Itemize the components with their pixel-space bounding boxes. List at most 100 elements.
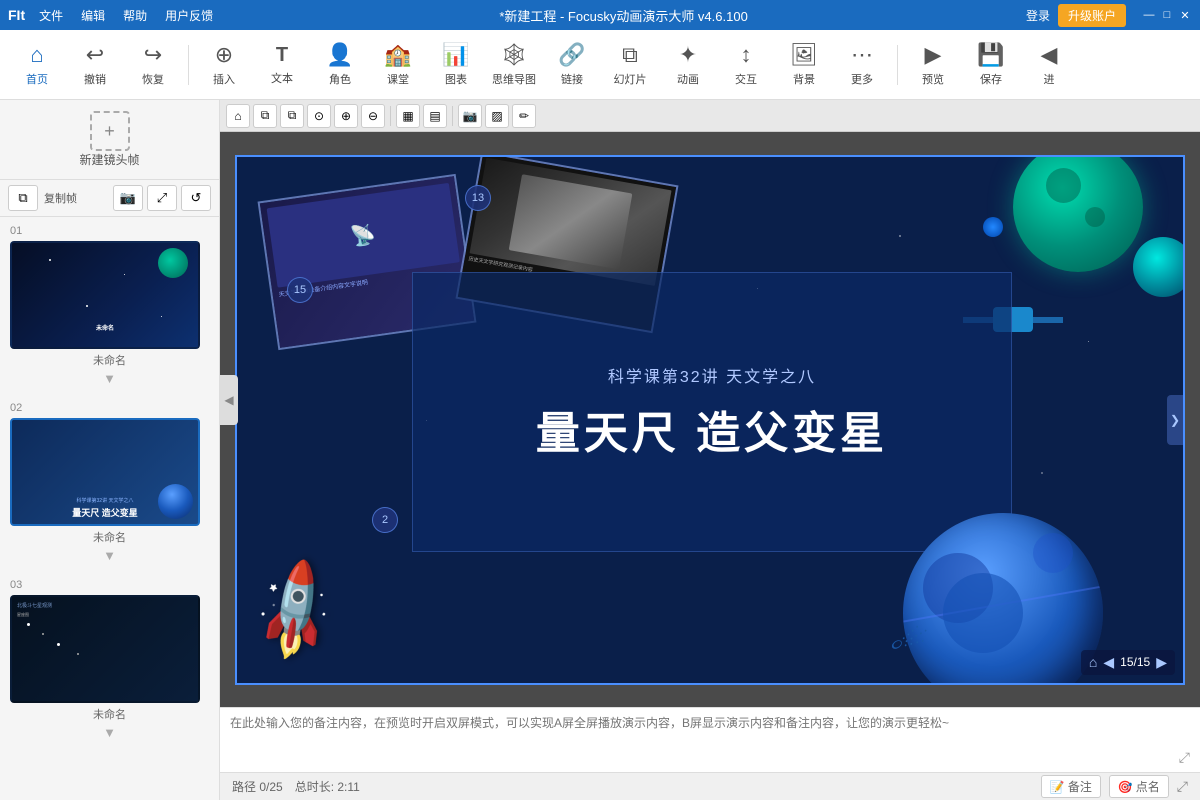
toolbar-more[interactable]: ⋯ 更多 — [835, 35, 889, 95]
notes-expand-button[interactable]: ⤢ — [1179, 749, 1190, 766]
copy-frame-label: 复制帧 — [44, 190, 77, 206]
ctb-copy1[interactable]: ⧉ — [253, 104, 277, 128]
badge-13: 13 — [465, 185, 491, 211]
menu-edit[interactable]: 编辑 — [73, 5, 113, 26]
camera-button[interactable]: 📷 — [113, 185, 143, 211]
ctb-copy2[interactable]: ⧉ — [280, 104, 304, 128]
slide-content-box: 科学课第32讲 天文学之八 量天尺 造父变星 — [412, 272, 1012, 552]
slide-item-3[interactable]: 03 北极斗七星观测 星座图 — [10, 579, 209, 740]
points-icon: 🎯 — [1118, 780, 1133, 794]
sidebar-toolbar: ⧉ 复制帧 📷 ⤢ ↺ — [0, 180, 219, 217]
toolbar-classroom[interactable]: 🏫 课堂 — [371, 35, 425, 95]
toolbar-nav-label: 进 — [1044, 71, 1055, 87]
slide-name-3: 未命名 — [10, 706, 209, 722]
toolbar-slide-label: 幻灯片 — [614, 71, 647, 87]
interact-icon: ↕ — [741, 42, 752, 68]
slide-thumb-2[interactable]: 科学课第32讲 天文学之八 量天尺 造父变星 — [10, 418, 200, 526]
minimize-button[interactable]: — — [1142, 8, 1156, 22]
nav-home-icon[interactable]: ⌂ — [1089, 654, 1097, 670]
toolbar-home[interactable]: ⌂ 首页 — [10, 35, 64, 95]
new-frame-button[interactable]: + 新建镜头帧 — [0, 100, 219, 180]
slides-sidebar: + 新建镜头帧 ⧉ 复制帧 📷 ⤢ ↺ 01 — [0, 100, 220, 800]
slide-num-1: 01 — [10, 225, 209, 237]
toolbar-nav[interactable]: ◀ 进 — [1022, 35, 1076, 95]
toolbar-separator-1 — [188, 45, 189, 85]
slide-name-1: 未命名 — [10, 352, 209, 368]
login-button[interactable]: 登录 — [1026, 7, 1050, 24]
copy-frame-button[interactable]: ⧉ — [8, 185, 38, 211]
ctb-zoomin[interactable]: ⊕ — [334, 104, 358, 128]
insert-icon: ⊕ — [215, 42, 233, 68]
slide-item-2[interactable]: 02 科学课第32讲 天文学之八 量天尺 造父变星 未命名 ▼ — [10, 402, 209, 563]
toolbar-undo[interactable]: ↩ 撤销 — [68, 35, 122, 95]
toolbar-preview-label: 预览 — [922, 71, 944, 87]
maximize-button[interactable]: □ — [1160, 8, 1174, 22]
slide-num-3: 03 — [10, 579, 209, 591]
toolbar-mindmap[interactable]: 🕸 思维导图 — [487, 35, 541, 95]
ctb-camera[interactable]: 📷 — [458, 104, 482, 128]
ctb-grid1[interactable]: ▦ — [396, 104, 420, 128]
duration-info: 总时长: 2:11 — [295, 778, 360, 795]
new-frame-label: 新建镜头帧 — [79, 151, 139, 168]
rotate-button[interactable]: ↺ — [181, 185, 211, 211]
slide-thumb-1[interactable]: 未命名 — [10, 241, 200, 349]
notes-input[interactable] — [230, 714, 1190, 750]
toolbar-role-label: 角色 — [329, 71, 351, 87]
canvas-container: 📡 天文学观测设备介绍内容文字说明 历史天文学研究观测记录内容 — [220, 132, 1200, 707]
nav-next-button[interactable]: ▶ — [1156, 654, 1167, 671]
menu-feedback[interactable]: 用户反馈 — [157, 5, 221, 26]
toolbar-insert[interactable]: ⊕ 插入 — [197, 35, 251, 95]
statusbar-left: 路径 0/25 总时长: 2:11 — [232, 778, 360, 795]
ctb-export[interactable]: ▨ — [485, 104, 509, 128]
toolbar-animation-label: 动画 — [677, 71, 699, 87]
menu-file[interactable]: 文件 — [31, 5, 71, 26]
slide-thumb-3[interactable]: 北极斗七星观测 星座图 — [10, 595, 200, 703]
toolbar-text-label: 文本 — [271, 70, 293, 86]
ctb-grid2[interactable]: ▤ — [423, 104, 447, 128]
toolbar-redo[interactable]: ↪ 恢复 — [126, 35, 180, 95]
status-bar: 路径 0/25 总时长: 2:11 📝 备注 🎯 点名 ⤢ — [220, 772, 1200, 800]
titlebar: FIt 文件 编辑 帮助 用户反馈 *新建工程 - Focusky动画演示大师 … — [0, 0, 1200, 30]
toolbar-animation[interactable]: ✦ 动画 — [661, 35, 715, 95]
home-icon: ⌂ — [30, 42, 43, 68]
fit-button[interactable]: ⤢ — [147, 185, 177, 211]
toolbar-background[interactable]: 🖼 背景 — [777, 35, 831, 95]
statusbar-right: 📝 备注 🎯 点名 ⤢ — [1041, 775, 1188, 798]
ctb-zoomout[interactable]: ⊖ — [361, 104, 385, 128]
expand-right-button[interactable]: ❯ — [1167, 395, 1183, 445]
menu-help[interactable]: 帮助 — [115, 5, 155, 26]
expand-icon[interactable]: ⤢ — [1177, 778, 1188, 795]
planet-teal — [1013, 155, 1143, 272]
nav-prev-button[interactable]: ◀ — [1103, 654, 1114, 671]
toolbar-role[interactable]: 👤 角色 — [313, 35, 367, 95]
ctb-circle[interactable]: ⊙ — [307, 104, 331, 128]
points-button[interactable]: 🎯 点名 — [1109, 775, 1169, 798]
toolbar-interact-label: 交互 — [735, 71, 757, 87]
chart-icon: 📊 — [442, 42, 469, 68]
badge-15: 15 — [287, 277, 313, 303]
toolbar-interact[interactable]: ↕ 交互 — [719, 35, 773, 95]
toolbar-text[interactable]: T 文本 — [255, 35, 309, 95]
slide-item-1[interactable]: 01 未命名 未命名 ▼ — [10, 225, 209, 386]
toolbar-slide[interactable]: ⧉ 幻灯片 — [603, 35, 657, 95]
main-toolbar: ⌂ 首页 ↩ 撤销 ↪ 恢复 ⊕ 插入 T 文本 👤 角色 🏫 课堂 📊 图表 … — [0, 30, 1200, 100]
close-button[interactable]: ✕ — [1178, 8, 1192, 22]
new-frame-icon: + — [90, 111, 130, 151]
toolbar-link-label: 链接 — [561, 71, 583, 87]
upgrade-button[interactable]: 升级账户 — [1058, 4, 1126, 27]
app-title: *新建工程 - Focusky动画演示大师 v4.6.100 — [499, 6, 748, 25]
camera-icon: 📷 — [120, 190, 136, 206]
toolbar-save[interactable]: 💾 保存 — [964, 35, 1018, 95]
slide-icon: ⧉ — [622, 42, 638, 68]
ctb-edit[interactable]: ✏ — [512, 104, 536, 128]
toolbar-chart[interactable]: 📊 图表 — [429, 35, 483, 95]
ctb-home[interactable]: ⌂ — [226, 104, 250, 128]
toolbar-separator-2 — [897, 45, 898, 85]
toolbar-preview[interactable]: ▶ 预览 — [906, 35, 960, 95]
notes-button[interactable]: 📝 备注 — [1041, 775, 1101, 798]
save-icon: 💾 — [977, 42, 1004, 68]
collapse-sidebar-button[interactable]: ◀ — [220, 375, 238, 425]
canvas-scroll[interactable]: 📡 天文学观测设备介绍内容文字说明 历史天文学研究观测记录内容 — [220, 132, 1200, 707]
path-info: 路径 0/25 — [232, 778, 283, 795]
toolbar-link[interactable]: 🔗 链接 — [545, 35, 599, 95]
